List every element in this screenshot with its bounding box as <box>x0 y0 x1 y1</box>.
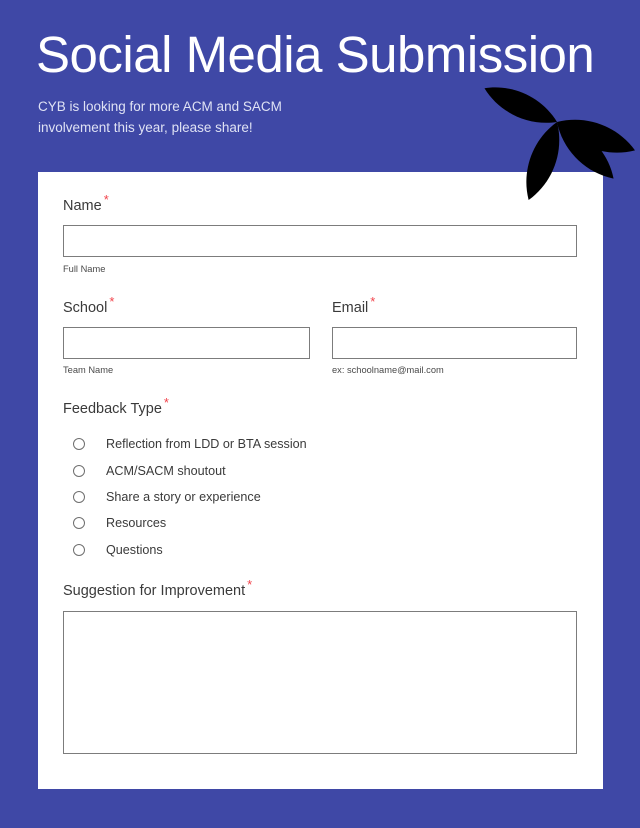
feedback-type-required-asterisk: * <box>163 395 169 411</box>
name-input[interactable] <box>63 225 577 257</box>
radio-option-label: Reflection from LDD or BTA session <box>106 437 307 452</box>
radio-option-shoutout[interactable]: ACM/SACM shoutout <box>73 457 493 483</box>
radio-option-label: ACM/SACM shoutout <box>106 463 226 478</box>
email-helper-text: ex: schoolname@mail.com <box>332 365 444 375</box>
page-subtitle: CYB is looking for more ACM and SACM inv… <box>38 99 282 135</box>
email-label-text: Email <box>332 300 369 316</box>
radio-circle-icon[interactable] <box>73 438 85 451</box>
page-title: Social Media Submission <box>36 26 595 83</box>
school-input[interactable] <box>63 327 310 359</box>
suggestion-field-label: Suggestion for Improvement * <box>63 578 252 599</box>
feedback-type-radio-group: Reflection from LDD or BTA session ACM/S… <box>73 431 493 563</box>
radio-option-story[interactable]: Share a story or experience <box>73 484 493 510</box>
radio-option-label: Resources <box>106 516 167 531</box>
radio-option-label: Questions <box>106 542 163 557</box>
suggestion-textarea[interactable] <box>63 611 577 754</box>
name-field-label: Name * <box>63 193 109 214</box>
name-required-asterisk: * <box>103 192 109 208</box>
feedback-type-label-text: Feedback Type <box>63 401 162 417</box>
suggestion-label-text: Suggestion for Improvement <box>63 583 246 599</box>
feedback-type-label: Feedback Type * <box>63 396 169 417</box>
radio-option-label: Share a story or experience <box>106 489 261 504</box>
school-helper-text: Team Name <box>63 365 114 375</box>
email-input[interactable] <box>332 327 577 359</box>
radio-circle-icon[interactable] <box>73 464 85 477</box>
school-field-label: School * <box>63 295 114 316</box>
school-label-text: School <box>63 300 108 316</box>
name-label-text: Name <box>63 198 102 214</box>
radio-option-reflection[interactable]: Reflection from LDD or BTA session <box>73 431 493 457</box>
radio-circle-icon[interactable] <box>73 517 85 530</box>
email-required-asterisk: * <box>370 294 376 310</box>
school-required-asterisk: * <box>109 294 115 310</box>
name-helper-text: Full Name <box>63 264 106 274</box>
radio-option-resources[interactable]: Resources <box>73 510 493 536</box>
radio-option-questions[interactable]: Questions <box>73 537 493 563</box>
suggestion-required-asterisk: * <box>247 577 253 593</box>
page-header: Social Media Submission CYB is looking f… <box>0 0 640 172</box>
radio-circle-icon[interactable] <box>73 543 85 556</box>
radio-circle-icon[interactable] <box>73 490 85 503</box>
email-field-label: Email * <box>332 295 375 316</box>
